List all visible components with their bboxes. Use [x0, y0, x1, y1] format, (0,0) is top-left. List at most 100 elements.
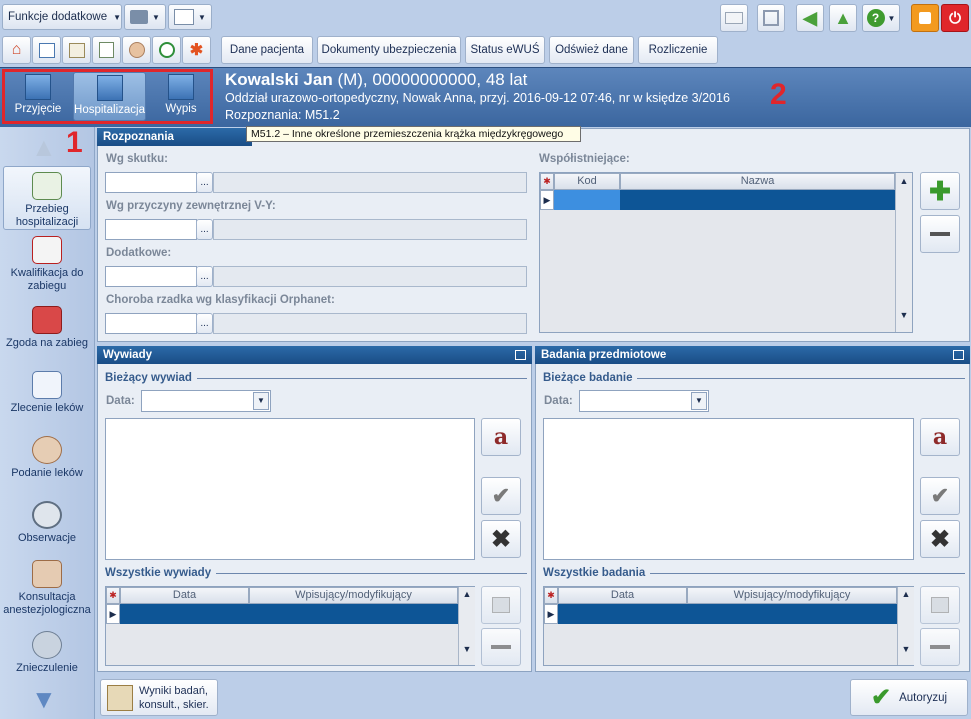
up-button[interactable]: ▲ — [829, 4, 857, 32]
tab-rozliczenie[interactable]: Rozliczenie — [638, 36, 718, 64]
add-wspol-button[interactable]: ✚ — [920, 172, 960, 210]
tab-dane-pacjenta[interactable]: Dane pacjenta — [221, 36, 313, 64]
documents-button[interactable] — [92, 36, 121, 64]
badania-grid: ✱ Data Wpisujący/modyfikujący ▶ ▲ ▼ — [543, 586, 914, 666]
wspol-cell-nazwa[interactable] — [620, 190, 895, 210]
wg-skutku-browse-button[interactable]: ... — [196, 172, 213, 193]
spellcheck-wywiad-button[interactable]: a — [481, 418, 521, 456]
layout-button[interactable]: ▼ — [168, 4, 212, 30]
sidebar-item-obserwacje[interactable]: Obserwacje — [0, 501, 94, 545]
sidebar-item-kwalifikacja[interactable]: Kwalifikacja do zabiegu — [0, 236, 94, 293]
emergency-button[interactable]: ✱ — [182, 36, 211, 64]
col-wpisujacy[interactable]: Wpisujący/modyfikujący — [687, 587, 897, 604]
network-icon — [763, 10, 779, 26]
tab-status-ewus[interactable]: Status eWUŚ — [465, 36, 545, 64]
wywiad-date-picker[interactable]: ▼ — [141, 390, 271, 412]
mail-button[interactable] — [720, 4, 748, 32]
wg-przyczyny-browse-button[interactable]: ... — [196, 219, 213, 240]
network-button[interactable] — [757, 4, 785, 32]
sidebar-item-zgoda[interactable]: Zgoda na zabieg — [0, 306, 94, 350]
wspol-cell-kod[interactable] — [554, 190, 620, 210]
wywiady-title: Wywiady — [103, 349, 152, 361]
remove-wspol-button[interactable] — [920, 215, 960, 253]
wywiad-textarea[interactable] — [105, 418, 475, 560]
schedule-button[interactable] — [152, 36, 181, 64]
wg-przyczyny-input[interactable] — [105, 219, 197, 240]
col-data[interactable]: Data — [558, 587, 687, 604]
dodatkowe-browse-button[interactable]: ... — [196, 266, 213, 287]
wywiady-row[interactable] — [120, 604, 458, 624]
autoryzuj-button[interactable]: ✔ Autoryzuj — [850, 679, 968, 716]
spellcheck-badanie-button[interactable]: a — [920, 418, 960, 456]
dodatkowe-input[interactable] — [105, 266, 197, 287]
wszystkie-badania-label: Wszystkie badania — [543, 567, 646, 579]
sidebar-item-konsultacja[interactable]: Konsultacja anestezjologiczna — [0, 560, 94, 617]
badanie-date-picker[interactable]: ▼ — [579, 390, 709, 412]
wspol-scrollbar[interactable]: ▲ ▼ — [895, 173, 912, 332]
lock-button[interactable] — [911, 4, 939, 32]
wg-przyczyny-label: Wg przyczyny zewnętrznej V-Y: — [106, 200, 276, 212]
grid-corner: ✱ — [106, 587, 120, 604]
close-icon: ✖ — [929, 525, 951, 553]
notes-icon — [68, 42, 85, 58]
print-button[interactable]: ▼ — [124, 4, 166, 30]
orphanet-browse-button[interactable]: ... — [196, 313, 213, 334]
funkcje-dodatkowe-dropdown[interactable]: Funkcje dodatkowe ▼ — [2, 4, 122, 30]
sidebar-scroll-up-icon[interactable]: ▲ — [31, 132, 57, 163]
wyniki-badan-button[interactable]: Wyniki badań, konsult., skier. — [100, 679, 218, 716]
patients-icon — [128, 42, 145, 58]
mode-wypis-label: Wypis — [165, 103, 197, 115]
marker-two: 2 — [770, 78, 787, 111]
maximize-wywiady-icon[interactable] — [515, 350, 526, 360]
tab-odswiez-dane[interactable]: Odśwież dane — [549, 36, 634, 64]
col-wpisujacy[interactable]: Wpisujący/modyfikujący — [249, 587, 458, 604]
accept-badanie-button[interactable]: ✔ — [920, 477, 960, 515]
edit-wywiad-button[interactable] — [481, 586, 521, 624]
wg-skutku-description — [213, 172, 527, 193]
remove-badanie-button[interactable] — [920, 628, 960, 666]
col-data[interactable]: Data — [120, 587, 249, 604]
hospital-icon — [96, 75, 123, 101]
badanie-textarea[interactable] — [543, 418, 914, 560]
sidebar-item-zlecenie[interactable]: Zlecenie leków — [0, 371, 94, 415]
sidebar-item-zlecenie-label: Zlecenie leków — [10, 402, 84, 414]
maximize-badania-icon[interactable] — [953, 350, 964, 360]
wg-skutku-input[interactable] — [105, 172, 197, 193]
notes-button[interactable] — [62, 36, 91, 64]
sidebar-item-znieczulenie[interactable]: Znieczulenie — [0, 631, 94, 675]
marker-one: 1 — [66, 126, 83, 159]
help-button[interactable]: ? ▼ — [862, 4, 900, 32]
col-kod[interactable]: Kod — [554, 173, 620, 190]
chevron-down-icon[interactable]: ▼ — [253, 392, 269, 410]
badania-row[interactable] — [558, 604, 897, 624]
col-nazwa[interactable]: Nazwa — [620, 173, 895, 190]
sidebar-scroll-down-icon[interactable]: ▼ — [31, 684, 57, 715]
wywiady-scrollbar[interactable]: ▲ ▼ — [458, 587, 475, 665]
tab-dokumenty-ubezpieczenia[interactable]: Dokumenty ubezpieczenia — [317, 36, 461, 64]
arrow-up-icon: ▲ — [834, 7, 852, 28]
minus-icon — [491, 645, 511, 649]
mode-hospitalizacja[interactable]: Hospitalizacja — [73, 72, 146, 121]
calendar-button[interactable] — [32, 36, 61, 64]
badania-scrollbar[interactable]: ▲ ▼ — [897, 587, 914, 665]
emergency-icon: ✱ — [189, 42, 204, 59]
orphanet-input[interactable] — [105, 313, 197, 334]
power-button[interactable]: ⏻ — [941, 4, 969, 32]
back-button[interactable]: ◀ — [796, 4, 824, 32]
diagnosis-tooltip: M51.2 – Inne określone przemieszczenia k… — [246, 126, 581, 142]
sidebar-item-przebieg[interactable]: Przebieg hospitalizacji — [3, 166, 91, 230]
accept-wywiad-button[interactable]: ✔ — [481, 477, 521, 515]
autoryzuj-label: Autoryzuj — [899, 691, 948, 704]
chevron-down-icon[interactable]: ▼ — [691, 392, 707, 410]
sidebar-item-podanie[interactable]: Podanie leków — [0, 436, 94, 480]
mode-przyjecie[interactable]: Przyjęcie — [7, 72, 69, 121]
patients-button[interactable] — [122, 36, 151, 64]
home-button[interactable]: ⌂ — [2, 36, 31, 64]
mode-wypis[interactable]: Wypis — [150, 72, 212, 121]
grid-corner: ✱ — [540, 173, 554, 190]
edit-badanie-button[interactable] — [920, 586, 960, 624]
cancel-badanie-button[interactable]: ✖ — [920, 520, 960, 558]
wywiady-header: Wywiady — [97, 346, 532, 364]
remove-wywiad-button[interactable] — [481, 628, 521, 666]
cancel-wywiad-button[interactable]: ✖ — [481, 520, 521, 558]
